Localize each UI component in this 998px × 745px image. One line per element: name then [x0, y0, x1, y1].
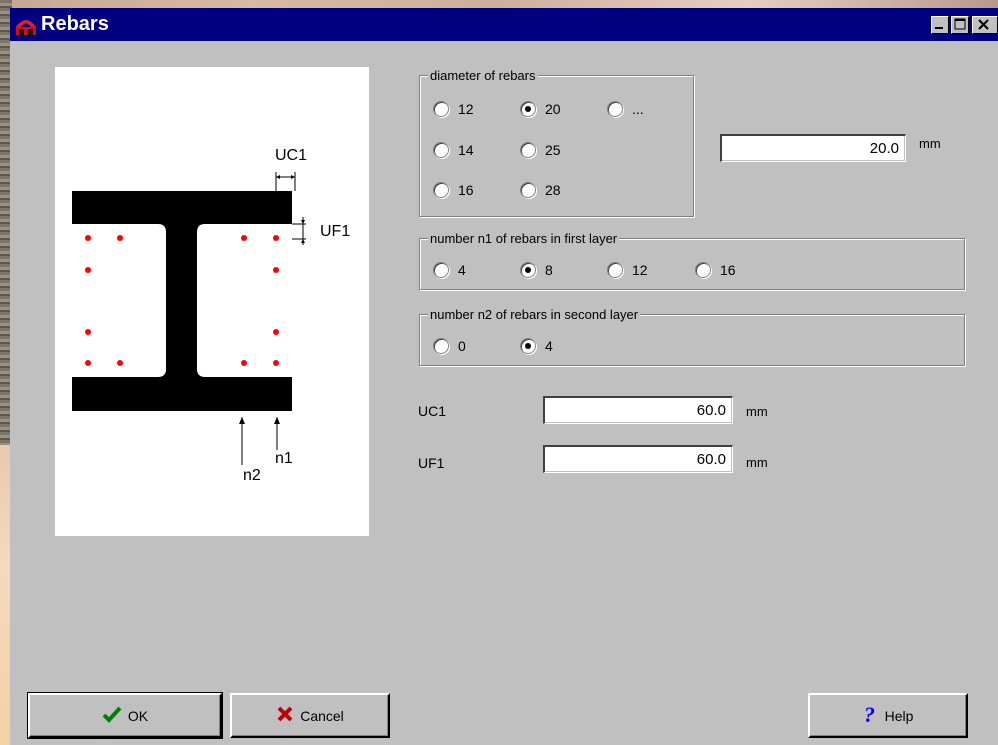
n1-option-8[interactable]: 8	[520, 261, 553, 279]
n1-drawing-label: n1	[275, 450, 293, 467]
radio-circle[interactable]	[520, 142, 536, 158]
radio-circle-selected[interactable]	[520, 101, 536, 117]
radio-circle[interactable]	[433, 338, 449, 354]
help-button-label: Help	[884, 707, 914, 724]
radio-circle[interactable]	[433, 182, 449, 198]
rebar-dot	[85, 267, 91, 273]
rebar-dot	[273, 360, 279, 366]
ok-button-label: OK	[127, 707, 149, 724]
diameter-option-14[interactable]: 14	[433, 141, 474, 159]
window-title: Rebars	[41, 13, 109, 35]
minimize-icon	[935, 27, 943, 29]
n1-option-16[interactable]: 16	[695, 261, 736, 279]
section-drawing-panel: UC1 UF1 n1 n2	[55, 67, 369, 536]
cancel-button[interactable]: Cancel	[230, 693, 390, 738]
uc1-label: UC1	[418, 403, 447, 419]
maximize-button[interactable]	[951, 16, 969, 34]
diameter-group: diameter of rebars 12 20 ... 14 25 16 28	[419, 68, 694, 217]
n1-option-12[interactable]: 12	[607, 261, 648, 279]
radio-circle[interactable]	[607, 262, 623, 278]
diameter-unit: mm	[919, 136, 941, 151]
question-mark-icon: ?	[863, 702, 879, 727]
radio-circle-selected[interactable]	[520, 262, 536, 278]
close-icon	[978, 19, 989, 30]
n1-group: number n1 of rebars in first layer 4 8 1…	[419, 231, 965, 290]
checkmark-icon	[102, 705, 122, 726]
n2-group-legend: number n2 of rebars in second layer	[428, 307, 641, 322]
rebar-dot	[273, 267, 279, 273]
radio-circle[interactable]	[695, 262, 711, 278]
diameter-option-16[interactable]: 16	[433, 181, 474, 199]
diameter-value-field[interactable]: 20.0	[720, 134, 906, 162]
cancel-button-label: Cancel	[300, 707, 344, 724]
n2-option-4[interactable]: 4	[520, 337, 553, 355]
rebar-dot	[117, 360, 123, 366]
uf1-input[interactable]: 60.0	[543, 445, 733, 473]
radio-circle[interactable]	[433, 101, 449, 117]
close-button[interactable]	[972, 16, 998, 34]
rebar-dot	[117, 235, 123, 241]
radio-circle[interactable]	[433, 142, 449, 158]
rebar-dot	[85, 329, 91, 335]
n1-option-4[interactable]: 4	[433, 261, 466, 279]
uc1-drawing-label: UC1	[275, 147, 308, 164]
n2-group: number n2 of rebars in second layer 0 4	[419, 307, 965, 366]
rebar-dot	[273, 329, 279, 335]
rebar-dot	[85, 360, 91, 366]
n1-group-legend: number n1 of rebars in first layer	[428, 231, 620, 246]
n2-option-0[interactable]: 0	[433, 337, 466, 355]
rebar-dot	[241, 235, 247, 241]
maximize-icon	[954, 18, 966, 30]
rebars-dialog: Rebars UC1 UF1 n1 n2 diameter of rebars …	[10, 8, 998, 745]
uc1-input[interactable]: 60.0	[543, 396, 733, 424]
uf1-label: UF1	[418, 455, 445, 471]
radio-circle[interactable]	[433, 262, 449, 278]
ok-button[interactable]: OK	[27, 692, 223, 739]
rebar-dot	[85, 235, 91, 241]
rebar-layer	[85, 235, 279, 366]
uf1-drawing-label: UF1	[320, 223, 351, 240]
diameter-option-20[interactable]: 20	[520, 100, 561, 118]
n2-drawing-label: n2	[243, 467, 261, 484]
radio-circle-selected[interactable]	[520, 338, 536, 354]
radio-circle[interactable]	[607, 101, 623, 117]
help-button[interactable]: ? Help	[808, 693, 968, 738]
uf1-unit: mm	[746, 455, 768, 470]
minimize-button[interactable]	[931, 16, 949, 34]
diameter-option-25[interactable]: 25	[520, 141, 561, 159]
desktop-background	[0, 0, 998, 8]
rebar-dot	[241, 360, 247, 366]
uc1-unit: mm	[746, 404, 768, 419]
rebar-dot	[273, 235, 279, 241]
diameter-option-custom[interactable]: ...	[607, 100, 644, 118]
radio-circle[interactable]	[520, 182, 536, 198]
svg-text:?: ?	[864, 704, 875, 724]
diameter-option-28[interactable]: 28	[520, 181, 561, 199]
diameter-option-12[interactable]: 12	[433, 100, 474, 118]
app-arch-icon	[14, 13, 38, 37]
x-cross-icon	[276, 705, 294, 726]
title-bar[interactable]: Rebars	[10, 8, 998, 41]
diameter-group-legend: diameter of rebars	[428, 68, 538, 83]
